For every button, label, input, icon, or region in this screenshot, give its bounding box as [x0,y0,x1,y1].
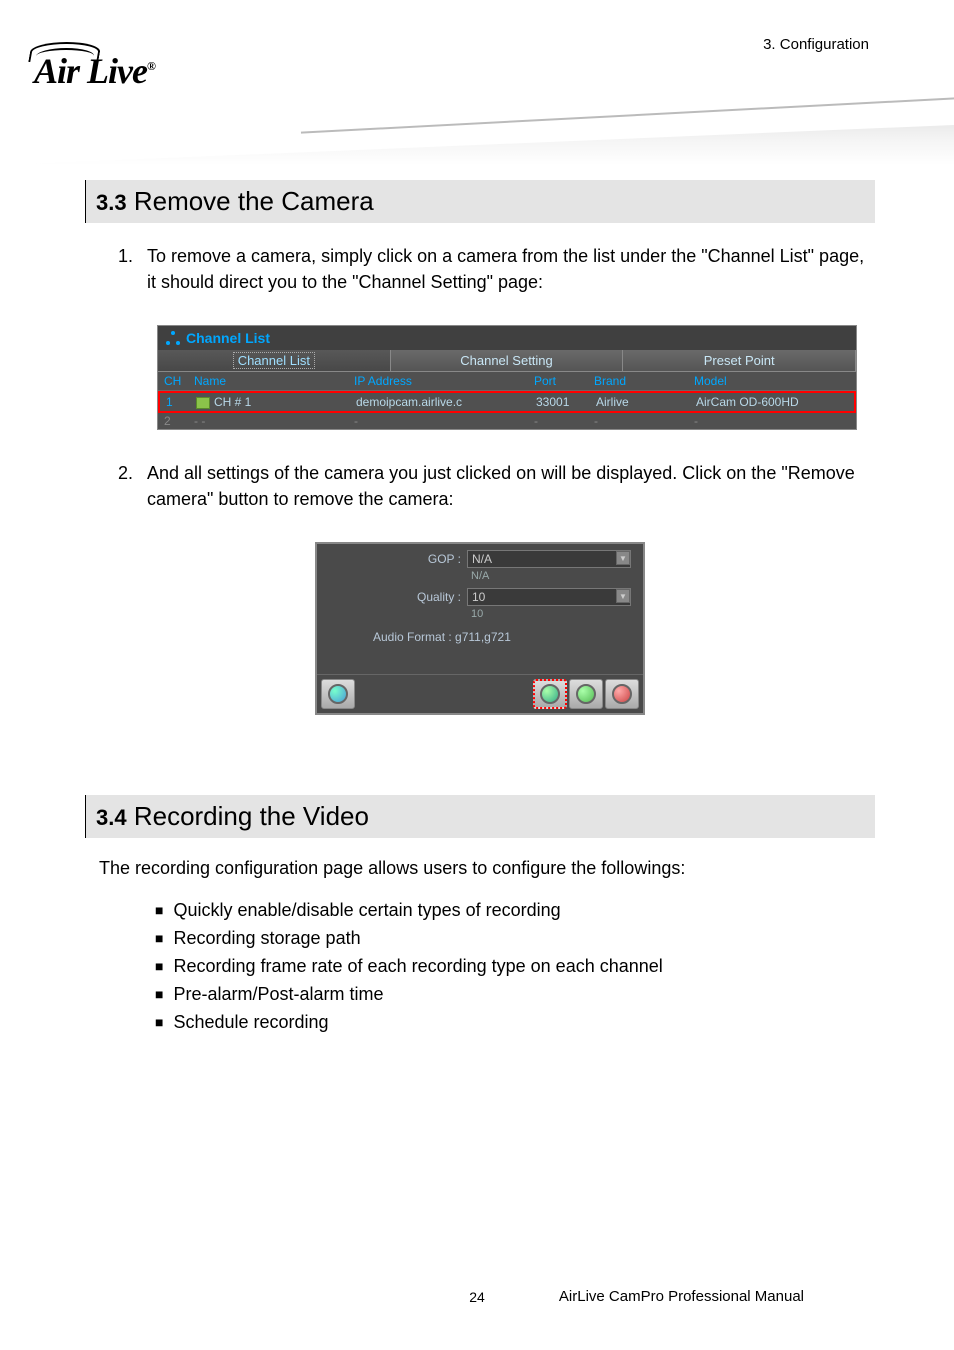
table-row-selected[interactable]: 1 CH # 1 demoipcam.airlive.c 33001 Airli… [158,391,856,413]
header-section: 3. Configuration [763,36,869,53]
audio-format-row: Audio Format : g711,g721 [317,626,643,674]
table-row[interactable]: 2 - - - - - - [158,413,856,429]
list-item: ■Recording storage path [155,925,875,953]
channel-list-window-title: Channel List [158,326,856,350]
cell-port: 33001 [530,393,590,411]
cell-model: - [688,413,856,429]
cell-brand: - [588,413,688,429]
reset-icon [328,684,348,704]
tabs-row: Channel List Channel Setting Preset Poin… [158,350,856,372]
reset-button[interactable] [321,679,355,709]
quality-select[interactable]: 10 ▼ [467,588,631,606]
cancel-button[interactable] [605,679,639,709]
col-ch: CH [158,372,188,390]
remove-camera-button[interactable] [533,679,567,709]
bullet-list: ■Quickly enable/disable certain types of… [155,897,875,1036]
col-name: Name [188,372,348,390]
step-text: To remove a camera, simply click on a ca… [147,243,875,295]
page-number: 24 [0,1289,954,1305]
channel-setting-screenshot: GOP : N/A ▼ N/A Quality : 10 ▼ 10 Audio … [315,542,645,715]
cell-name: CH # 1 [190,393,350,411]
bullet-icon: ■ [155,928,163,953]
step-2: 2. And all settings of the camera you ju… [115,460,875,512]
step-text: And all settings of the camera you just … [147,460,875,512]
logo-text: Air Live [34,51,147,91]
audio-format-label: Audio Format : [373,630,452,644]
gop-label: GOP : [317,550,467,566]
section-33-heading: 3.3 Remove the Camera [85,180,875,223]
quality-label: Quality : [317,588,467,604]
camera-icon [196,397,210,409]
check-icon [576,684,596,704]
col-model: Model [688,372,856,390]
cell-brand: Airlive [590,393,690,411]
step-number: 1. [115,243,133,295]
list-item: ■Schedule recording [155,1009,875,1037]
bullet-icon: ■ [155,1012,163,1037]
bullet-icon: ■ [155,956,163,981]
header-banner [0,125,954,165]
tab-channel-list[interactable]: Channel List [158,350,391,372]
quality-row: Quality : 10 ▼ 10 [317,588,643,620]
section-title-text: Recording the Video [134,801,369,831]
gop-select[interactable]: N/A ▼ [467,550,631,568]
section-number: 3.4 [96,805,127,830]
cell-model: AirCam OD-600HD [690,393,854,411]
bullet-icon: ■ [155,984,163,1009]
apply-button[interactable] [569,679,603,709]
step-1: 1. To remove a camera, simply click on a… [115,243,875,295]
section-title-text: Remove the Camera [134,186,374,216]
brand-logo: Air Live® [34,50,155,92]
header-divider [301,95,954,134]
list-item: ■Quickly enable/disable certain types of… [155,897,875,925]
channel-list-screenshot: Channel List Channel List Channel Settin… [157,325,857,430]
audio-format-value: g711,g721 [455,630,511,644]
button-strip [317,674,643,713]
registered-icon: ® [147,59,155,73]
section-number: 3.3 [96,190,127,215]
remove-icon [540,684,560,704]
cancel-icon [612,684,632,704]
quality-subvalue: 10 [467,608,631,620]
chevron-down-icon: ▼ [616,589,630,603]
cell-name: - - [188,413,348,429]
tab-channel-setting[interactable]: Channel Setting [391,350,624,372]
cell-ip: demoipcam.airlive.c [350,393,530,411]
cell-ip: - [348,413,528,429]
manual-title: AirLive CamPro Professional Manual [559,1288,804,1305]
list-item: ■Pre-alarm/Post-alarm time [155,981,875,1009]
channel-list-title-text: Channel List [186,330,270,346]
chevron-down-icon: ▼ [616,551,630,565]
cell-ch: 1 [160,393,190,411]
col-port: Port [528,372,588,390]
channel-list-icon [166,331,180,345]
list-item: ■Recording frame rate of each recording … [155,953,875,981]
col-ip: IP Address [348,372,528,390]
col-brand: Brand [588,372,688,390]
cell-ch: 2 [158,413,188,429]
tab-preset-point[interactable]: Preset Point [623,350,856,372]
gop-row: GOP : N/A ▼ N/A [317,550,643,582]
section-34-intro: The recording configuration page allows … [99,858,875,879]
gop-subvalue: N/A [467,570,631,582]
step-number: 2. [115,460,133,512]
table-header: CH Name IP Address Port Brand Model [158,372,856,391]
cell-port: - [528,413,588,429]
bullet-icon: ■ [155,900,163,925]
section-34-heading: 3.4 Recording the Video [85,795,875,838]
